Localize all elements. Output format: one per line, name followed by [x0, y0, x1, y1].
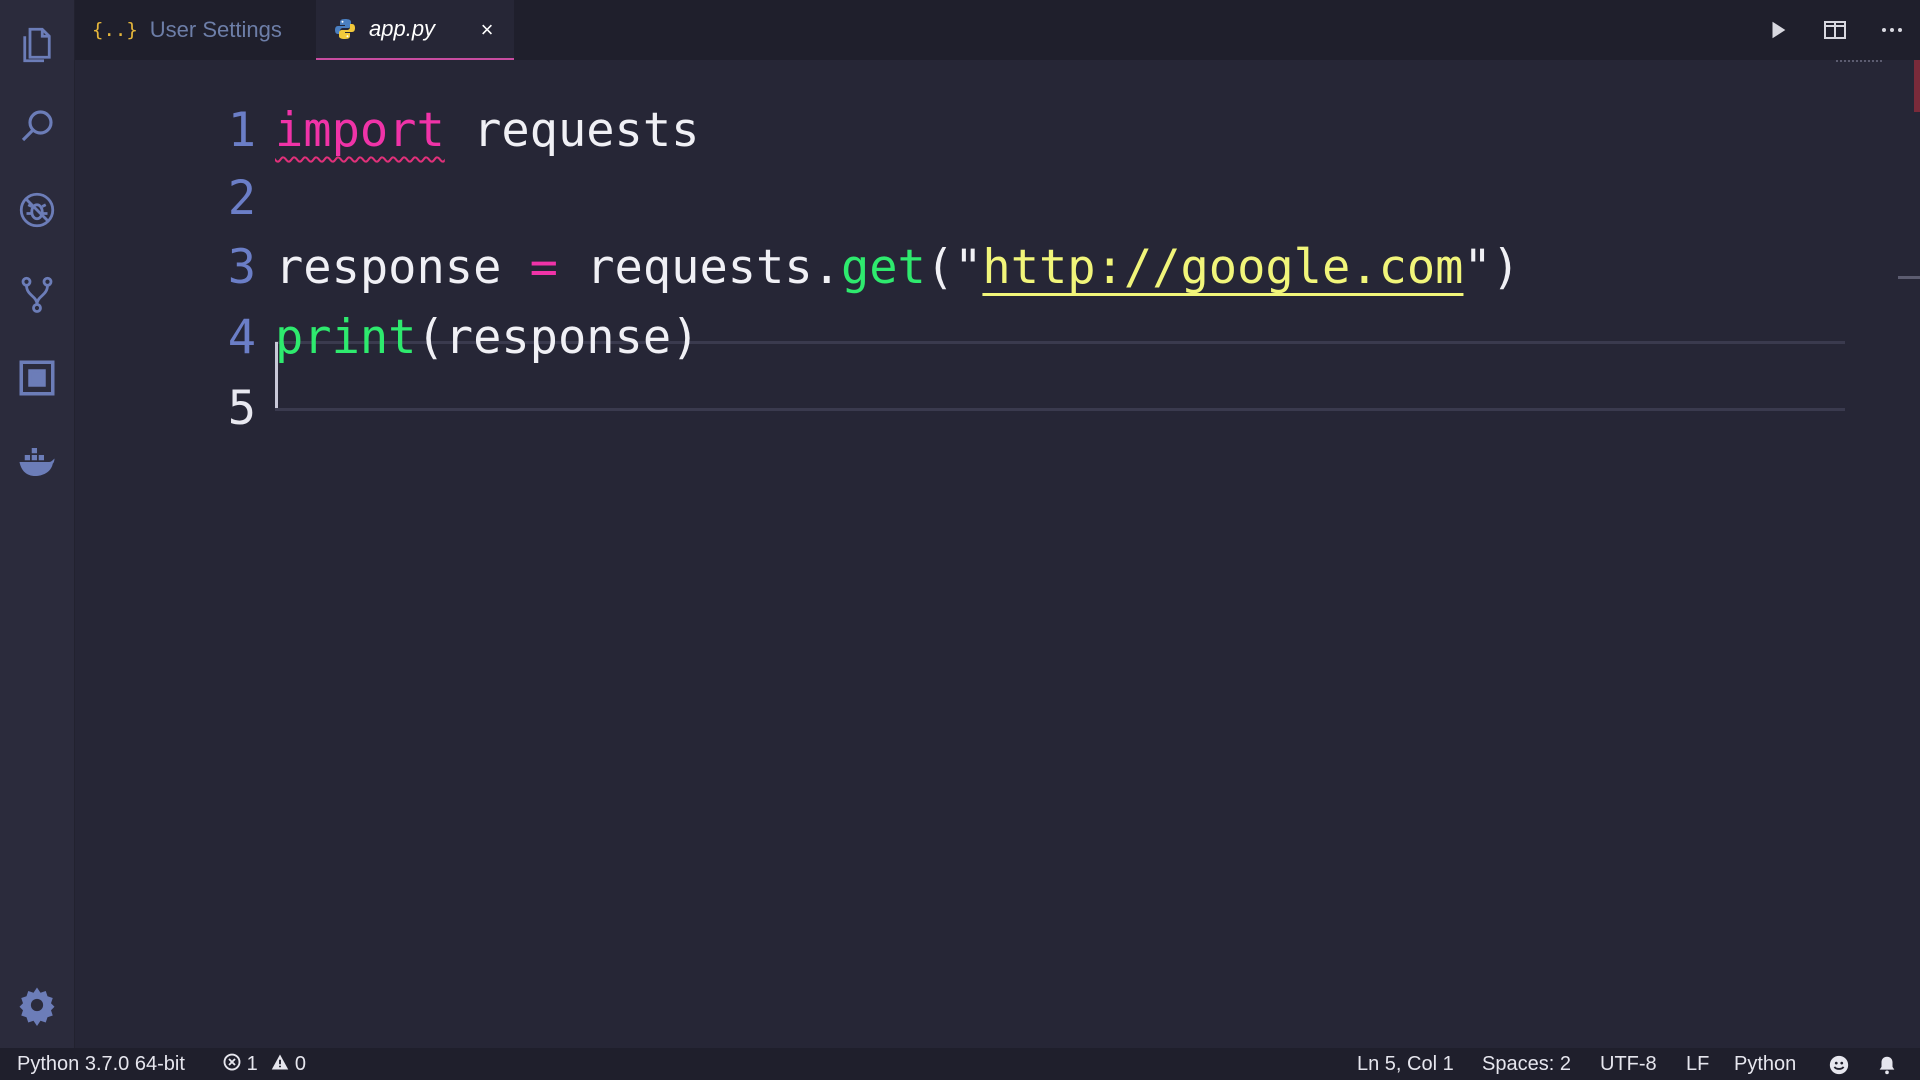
activity-bar [0, 0, 75, 1048]
code-token: response [275, 240, 530, 295]
code-line[interactable]: 2 [75, 164, 1875, 234]
python-icon [333, 17, 357, 41]
indentation-status[interactable]: Spaces: 2 [1482, 1048, 1571, 1080]
search-icon[interactable] [0, 89, 74, 163]
problems-status[interactable]: 1 0 [223, 1048, 306, 1080]
scrollbar-cursor-marker [1898, 276, 1920, 279]
eol-status[interactable]: LF [1686, 1048, 1709, 1080]
status-bar: Python 3.7.0 64-bit 1 0 Ln 5, Col 1 Spac… [0, 1048, 1920, 1080]
line-code: print(response) [275, 303, 699, 373]
tab-label: User Settings [149, 17, 282, 42]
code-token[interactable]: http://google.com [982, 240, 1463, 295]
line-number: 2 [227, 171, 256, 226]
extensions-icon[interactable] [0, 341, 74, 415]
code-token: (response) [416, 310, 700, 365]
run-icon[interactable] [1758, 10, 1798, 50]
editor-actions [1750, 0, 1920, 60]
tab-user-settings[interactable]: {..} User Settings [75, 0, 315, 60]
code-token: = [529, 240, 558, 295]
docker-icon[interactable] [0, 425, 74, 499]
tab-label: app.py [369, 16, 436, 41]
code-token: get [840, 240, 926, 295]
minimap [1836, 60, 1882, 72]
vscode-window: {..} User Settings app.py × 1 import req… [0, 0, 1920, 1080]
notifications-bell-icon[interactable] [1876, 1048, 1898, 1080]
line-code: response = requests.get("http://google.c… [275, 233, 1520, 303]
code-line[interactable]: 3 response = requests.get("http://google.… [75, 233, 1875, 303]
split-editor-icon[interactable] [1815, 10, 1855, 50]
encoding-status[interactable]: UTF-8 [1600, 1048, 1657, 1080]
feedback-smiley-icon[interactable] [1828, 1048, 1850, 1080]
line-number: 1 [227, 103, 256, 158]
source-control-icon[interactable] [0, 257, 74, 331]
code-token: print [275, 310, 417, 365]
warning-count: 0 [294, 1053, 306, 1075]
language-mode-status[interactable]: Python [1734, 1048, 1796, 1080]
code-token: (" [925, 240, 983, 295]
editor-tab-bar: {..} User Settings app.py × [75, 0, 1920, 60]
code-token: ") [1463, 240, 1521, 295]
error-icon [223, 1049, 241, 1080]
warning-icon [271, 1049, 289, 1080]
line-number: 3 [227, 240, 256, 295]
line-code: import requests [275, 96, 699, 166]
code-line[interactable]: 1 import requests [75, 96, 1875, 166]
error-count: 1 [246, 1053, 258, 1075]
json-braces-icon: {..} [92, 19, 138, 41]
code-line[interactable]: 5 [75, 374, 1875, 444]
line-number: 5 [227, 381, 256, 436]
debug-icon[interactable] [0, 173, 74, 247]
more-actions-icon[interactable] [1872, 10, 1912, 50]
code-line[interactable]: 4 print(response) [75, 303, 1875, 373]
code-token: requests [444, 103, 700, 158]
close-icon[interactable]: × [472, 15, 502, 45]
code-token: requests. [557, 240, 841, 295]
code-editor[interactable]: 1 import requests 2 3 response = requests.ge… [75, 60, 1920, 1048]
code-token: import [275, 103, 445, 158]
python-interpreter-status[interactable]: Python 3.7.0 64-bit [17, 1048, 185, 1080]
line-number: 4 [227, 310, 256, 365]
scrollbar-error-marker [1914, 60, 1920, 112]
explorer-icon[interactable] [0, 8, 74, 82]
cursor-position-status[interactable]: Ln 5, Col 1 [1357, 1048, 1454, 1080]
tab-app-py[interactable]: app.py × [316, 0, 514, 60]
settings-gear-icon[interactable] [0, 968, 74, 1042]
